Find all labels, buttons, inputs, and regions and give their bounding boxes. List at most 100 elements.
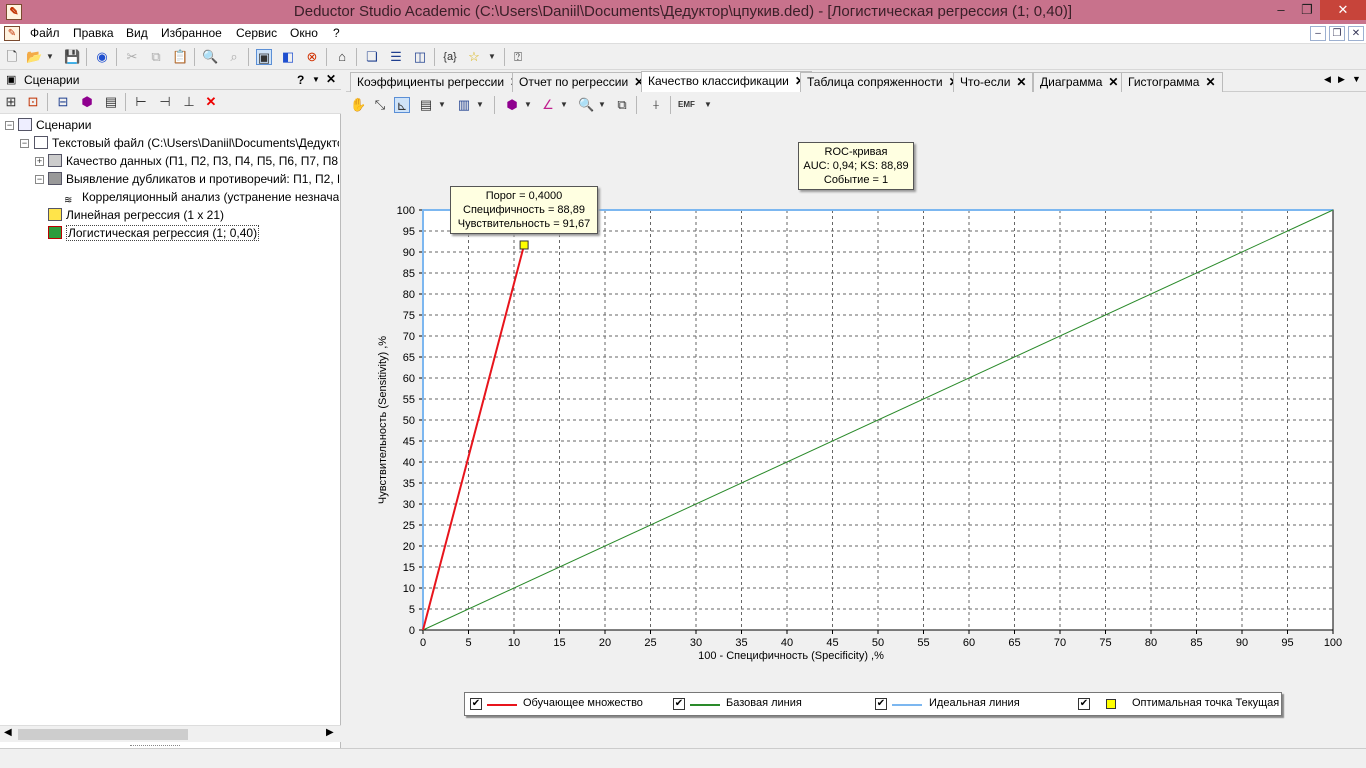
cascade-icon[interactable]: ❏ <box>364 49 380 65</box>
connect-icon[interactable]: ◉ <box>94 49 110 65</box>
legend-icon[interactable]: ▤ <box>418 97 434 113</box>
stop-icon[interactable]: ⊗ <box>304 49 320 65</box>
tree-expander[interactable]: + <box>35 157 44 166</box>
horizontal-scrollbar[interactable]: ◀ ▶ <box>0 725 341 742</box>
legend-checkbox[interactable]: ✔ <box>470 698 482 710</box>
marker-icon[interactable]: ⍭ <box>648 97 664 113</box>
favorites-dropdown-icon[interactable]: ▼ <box>484 49 500 65</box>
tree-down-icon[interactable]: ⊣ <box>157 94 173 110</box>
line-style-icon[interactable]: ∠ <box>540 97 556 113</box>
wizard-import-icon[interactable]: ⊞ <box>3 94 19 110</box>
tab-regression-coefficients[interactable]: Коэффициенты регрессии✕ <box>350 72 528 92</box>
tab-close-icon[interactable]: ✕ <box>1108 75 1118 89</box>
tab-scroll-right-icon[interactable]: ▶ <box>1338 74 1345 85</box>
restore-button[interactable]: ❐ <box>1294 0 1320 20</box>
axes-icon[interactable]: ⊾ <box>394 97 410 113</box>
tab-scroll-left-icon[interactable]: ◀ <box>1324 74 1331 85</box>
home-icon[interactable]: ⌂ <box>334 49 350 65</box>
tab-contingency-table[interactable]: Таблица сопряженности✕ <box>800 72 966 92</box>
legend-checkbox[interactable]: ✔ <box>875 698 887 710</box>
chart-type-icon[interactable]: ▥ <box>456 97 472 113</box>
menu-favorites[interactable]: Избранное <box>161 26 222 40</box>
tab-close-icon[interactable]: ✕ <box>1016 75 1026 89</box>
chart-type-dropdown-icon[interactable]: ▼ <box>472 97 488 113</box>
line-style-dropdown-icon[interactable]: ▼ <box>556 97 572 113</box>
delete-icon[interactable]: ✕ <box>203 94 219 110</box>
copy-icon[interactable]: ⧉ <box>148 49 164 65</box>
tab-diagram[interactable]: Диаграмма ✕ <box>1033 72 1126 92</box>
menu-file[interactable]: Файл <box>30 26 60 40</box>
wizard-process-icon[interactable]: ⊟ <box>55 94 71 110</box>
tree-expander[interactable]: − <box>20 139 29 148</box>
legend-checkbox[interactable]: ✔ <box>1078 698 1090 710</box>
tab-close-icon[interactable]: ✕ <box>1205 75 1215 89</box>
tab-regression-report[interactable]: Отчет по регрессии ✕ <box>512 72 652 92</box>
menu-view[interactable]: Вид <box>126 26 148 40</box>
panel-splitter[interactable] <box>130 745 180 749</box>
find-icon[interactable]: 🔍 <box>202 49 218 65</box>
tree-move-icon[interactable]: ⊥ <box>181 94 197 110</box>
mdi-minimize-button[interactable]: – <box>1310 26 1326 41</box>
mdi-close-button[interactable]: ✕ <box>1348 26 1364 41</box>
favorites-star-icon[interactable]: ☆ <box>466 49 482 65</box>
cut-icon[interactable]: ✂ <box>124 49 140 65</box>
menu-window[interactable]: Окно <box>290 26 318 40</box>
tile-horizontal-icon[interactable]: ☰ <box>388 49 404 65</box>
paste-icon[interactable]: 📋 <box>172 49 188 65</box>
optimal-point-marker[interactable] <box>519 240 529 250</box>
legend-dropdown-icon[interactable]: ▼ <box>434 97 450 113</box>
tree-node-text-file[interactable]: Текстовый файл (C:\Users\Daniil\Document… <box>34 134 339 152</box>
new-file-icon[interactable]: 🗋 <box>4 49 20 65</box>
document-icon[interactable]: ✎ <box>4 26 20 41</box>
open-dropdown-icon[interactable]: ▼ <box>42 49 58 65</box>
tab-histogram[interactable]: Гистограмма ✕ <box>1121 72 1223 92</box>
copy-chart-icon[interactable]: ⧉ <box>614 97 630 113</box>
mdi-restore-button[interactable]: ❐ <box>1329 26 1345 41</box>
menu-help[interactable]: ? <box>333 26 340 40</box>
help-icon[interactable]: ⍰ <box>510 49 526 65</box>
menu-service[interactable]: Сервис <box>236 26 277 40</box>
scrollbar-thumb[interactable] <box>18 729 188 740</box>
export-dropdown-icon[interactable]: ▼ <box>700 97 716 113</box>
text-file-icon <box>34 136 48 149</box>
tree-node-linear-regression[interactable]: Линейная регрессия (1 x 21) <box>48 206 224 224</box>
wizard-data-mining-icon[interactable]: ⬢ <box>79 94 95 110</box>
legend-checkbox[interactable]: ✔ <box>673 698 685 710</box>
scroll-right-icon[interactable]: ▶ <box>326 727 334 738</box>
panel-menu-icon[interactable]: ▼ <box>312 75 320 84</box>
tree-node-data-quality[interactable]: Качество данных (П1, П2, П3, П4, П5, П6,… <box>48 152 339 170</box>
tree-node-root[interactable]: Сценарии <box>18 116 91 134</box>
wizard-export-icon[interactable]: ⊡ <box>25 94 41 110</box>
tree-node-correlation[interactable]: ≋ Корреляционный анализ (устранение незна… <box>64 188 339 206</box>
panel-icon[interactable]: ◧ <box>280 49 296 65</box>
tab-classification-quality[interactable]: Качество классификации✕ <box>641 71 812 92</box>
find-next-icon[interactable]: ⌕ <box>226 49 242 65</box>
close-button[interactable]: ✕ <box>1320 0 1366 20</box>
tree-expander[interactable]: − <box>5 121 14 130</box>
zoom-dropdown-icon[interactable]: ▼ <box>594 97 610 113</box>
tile-vertical-icon[interactable]: ◫ <box>412 49 428 65</box>
pan-icon[interactable]: ✋ <box>350 97 366 113</box>
save-icon[interactable]: 💾 <box>64 49 80 65</box>
tree-node-duplicates[interactable]: Выявление дубликатов и противоречий: П1,… <box>48 170 339 188</box>
tree-up-icon[interactable]: ⊢ <box>133 94 149 110</box>
tab-what-if[interactable]: Что-если ✕ <box>953 72 1034 92</box>
variables-icon[interactable]: {a} <box>442 49 458 65</box>
tree-node-logistic-regression[interactable]: Логистическая регрессия (1; 0,40) <box>48 224 260 242</box>
open-folder-icon[interactable]: 📂 <box>26 49 42 65</box>
scroll-left-icon[interactable]: ◀ <box>4 727 12 738</box>
export-emf-icon[interactable]: EMF <box>678 97 695 113</box>
wizard-visualize-icon[interactable]: ▤ <box>103 94 119 110</box>
panel-close-icon[interactable]: ✕ <box>326 72 336 86</box>
series-icon[interactable]: ⬢ <box>504 97 520 113</box>
minimize-button[interactable]: – <box>1268 0 1294 20</box>
tree-expander[interactable]: − <box>35 175 44 184</box>
panel-help-button[interactable]: ? <box>297 73 304 87</box>
tab-list-icon[interactable]: ▼ <box>1352 74 1361 84</box>
menu-edit[interactable]: Правка <box>73 26 114 40</box>
series-dropdown-icon[interactable]: ▼ <box>520 97 536 113</box>
y-tick-label: 65 <box>403 352 415 364</box>
zoom-icon[interactable]: 🔍 <box>578 97 594 113</box>
zoom-fit-icon[interactable]: ⤡ <box>372 97 388 113</box>
scenarios-panel-icon[interactable]: ▣ <box>256 49 272 65</box>
